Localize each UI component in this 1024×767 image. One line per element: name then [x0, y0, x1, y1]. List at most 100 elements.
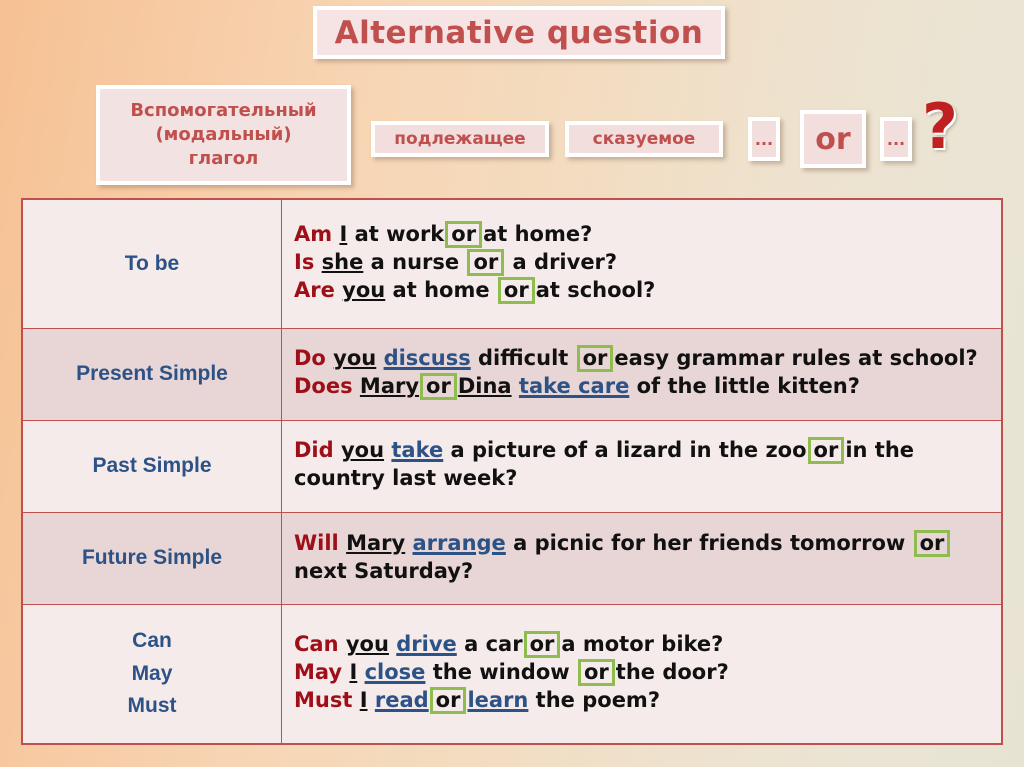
- or-highlight: or: [913, 529, 951, 557]
- predicate-verb: read: [374, 688, 429, 712]
- predicate-verb: arrange: [412, 530, 506, 555]
- sentence-text: [357, 660, 364, 684]
- tense-label: Past Simple: [21, 419, 282, 513]
- table-row: Past Simple Did you take a picture of a l…: [21, 419, 1003, 513]
- table-row: To be Am I at work or at home? Is she a nurs…: [21, 198, 1003, 329]
- example-sentence: Does Mary or Dina take care of the little …: [294, 373, 991, 401]
- example-sentence: Did you take a picture of a lizard in th…: [294, 437, 991, 493]
- auxiliary-verb: Must: [294, 688, 353, 712]
- chip-subject: подлежащее: [371, 121, 549, 157]
- sentence-text: a motor bike?: [561, 632, 724, 657]
- sentence-text: [334, 438, 341, 462]
- tense-label-line: Can: [132, 629, 172, 653]
- sentence-text: a picnic for her friends tomorrow: [505, 530, 913, 555]
- table-row: Present Simple Do you discuss difficult o…: [21, 327, 1003, 421]
- auxiliary-verb: Do: [294, 346, 326, 371]
- sentence-text: [339, 531, 346, 555]
- example-sentence: Can you drive a car or a motor bike?: [294, 631, 991, 659]
- predicate-verb: discuss: [383, 346, 471, 371]
- subject-word: she: [321, 249, 364, 274]
- auxiliary-line-3: глагол: [188, 147, 259, 169]
- chip-predicate: сказуемое: [565, 121, 723, 157]
- sentence-text: [339, 632, 346, 656]
- sentence-text: at home: [385, 277, 497, 302]
- or-highlight: or: [445, 220, 483, 248]
- or-highlight: or: [497, 276, 535, 304]
- sentence-text: [314, 250, 321, 274]
- auxiliary-verb-box: Вспомогательный (модальный) глагол: [96, 85, 351, 185]
- example-sentences: Can you drive a car or a motor bike? May I …: [281, 604, 1003, 745]
- auxiliary-verb: Can: [294, 632, 339, 657]
- sentence-text: a driver?: [505, 249, 618, 274]
- auxiliary-line-1: Вспомогательный: [130, 100, 317, 122]
- example-sentence: Will Mary arrange a picnic for her frien…: [294, 529, 991, 586]
- sentence-text: [405, 531, 412, 555]
- auxiliary-verb: Is: [294, 249, 315, 274]
- subject-word: you: [333, 346, 377, 371]
- example-sentence: Are you at home or at school?: [294, 276, 991, 305]
- example-sentence: Am I at work or at home?: [294, 220, 991, 249]
- predicate-verb: take: [391, 438, 444, 463]
- predicate-verb: close: [364, 660, 426, 685]
- chip-dots-right: ...: [880, 117, 912, 161]
- table-row: Future Simple Will Mary arrange a picnic …: [21, 511, 1003, 606]
- sentence-text: [368, 688, 375, 712]
- or-highlight: or: [420, 373, 457, 401]
- chip-or: or: [800, 110, 866, 168]
- auxiliary-line-2: (модальный): [155, 124, 292, 146]
- auxiliary-verb: Will: [294, 530, 339, 555]
- auxiliary-verb: Are: [294, 277, 335, 302]
- auxiliary-verb: Does: [294, 374, 353, 399]
- example-sentences: Am I at work or at home? Is she a nurse or …: [281, 198, 1003, 329]
- sentence-text: [353, 374, 360, 398]
- sentence-text: the window: [425, 660, 577, 685]
- example-sentence: Is she a nurse or a driver?: [294, 248, 991, 277]
- or-highlight: or: [576, 345, 614, 373]
- or-highlight: or: [807, 437, 845, 465]
- subject-word: Dina: [457, 374, 512, 399]
- example-sentence: May I close the window or the door?: [294, 659, 991, 687]
- subject-word: you: [345, 632, 389, 657]
- auxiliary-verb: May: [294, 660, 343, 685]
- sentence-text: at school?: [535, 277, 656, 302]
- example-sentences: Will Mary arrange a picnic for her frien…: [281, 511, 1003, 606]
- example-sentences: Do you discuss difficult or easy grammar …: [281, 327, 1003, 421]
- sentence-text: the door?: [615, 660, 729, 685]
- example-sentence: Do you discuss difficult or easy grammar …: [294, 345, 991, 373]
- sentence-text: [376, 346, 383, 370]
- tense-label-line: Must: [127, 694, 177, 718]
- table-body: To be Am I at work or at home? Is she a nurs…: [21, 198, 1003, 745]
- subject-word: you: [340, 438, 385, 463]
- or-highlight: or: [429, 687, 467, 714]
- subject-word: I: [359, 688, 368, 712]
- sentence-text: a nurse: [363, 249, 467, 274]
- chip-dots-left: ...: [748, 117, 780, 161]
- sentence-text: at work: [347, 221, 445, 246]
- sentence-text: [352, 688, 359, 712]
- tense-label: Can May Must: [21, 604, 282, 745]
- subject-word: Mary: [346, 530, 406, 555]
- or-highlight: or: [523, 631, 561, 659]
- tense-label: Present Simple: [21, 327, 282, 421]
- tense-label: To be: [21, 198, 282, 329]
- tense-label: Future Simple: [21, 511, 282, 606]
- or-highlight: or: [577, 659, 615, 687]
- sentence-text: easy grammar rules at school?: [614, 346, 978, 371]
- sentence-text: of the little kitten?: [629, 374, 860, 399]
- sentence-text: at home?: [483, 221, 593, 246]
- example-sentence: Must I read or learn the poem?: [294, 687, 991, 715]
- predicate-verb: take care: [518, 374, 630, 399]
- auxiliary-verb: Did: [294, 438, 334, 463]
- predicate-verb: drive: [396, 632, 457, 657]
- example-sentences: Did you take a picture of a lizard in th…: [281, 419, 1003, 513]
- auxiliary-verb: Am: [294, 221, 333, 246]
- or-highlight: or: [467, 248, 505, 276]
- predicate-verb: learn: [467, 688, 529, 712]
- sentence-text: [512, 374, 519, 398]
- sentence-text: a picture of a lizard in the zoo: [443, 438, 807, 463]
- sentence-text: a car: [456, 632, 523, 657]
- subject-word: Mary: [359, 374, 420, 399]
- grammar-table: To be Am I at work or at home? Is she a nurs…: [21, 198, 1003, 745]
- page-title: Alternative question: [313, 6, 725, 59]
- sentence-text: difficult: [470, 346, 576, 371]
